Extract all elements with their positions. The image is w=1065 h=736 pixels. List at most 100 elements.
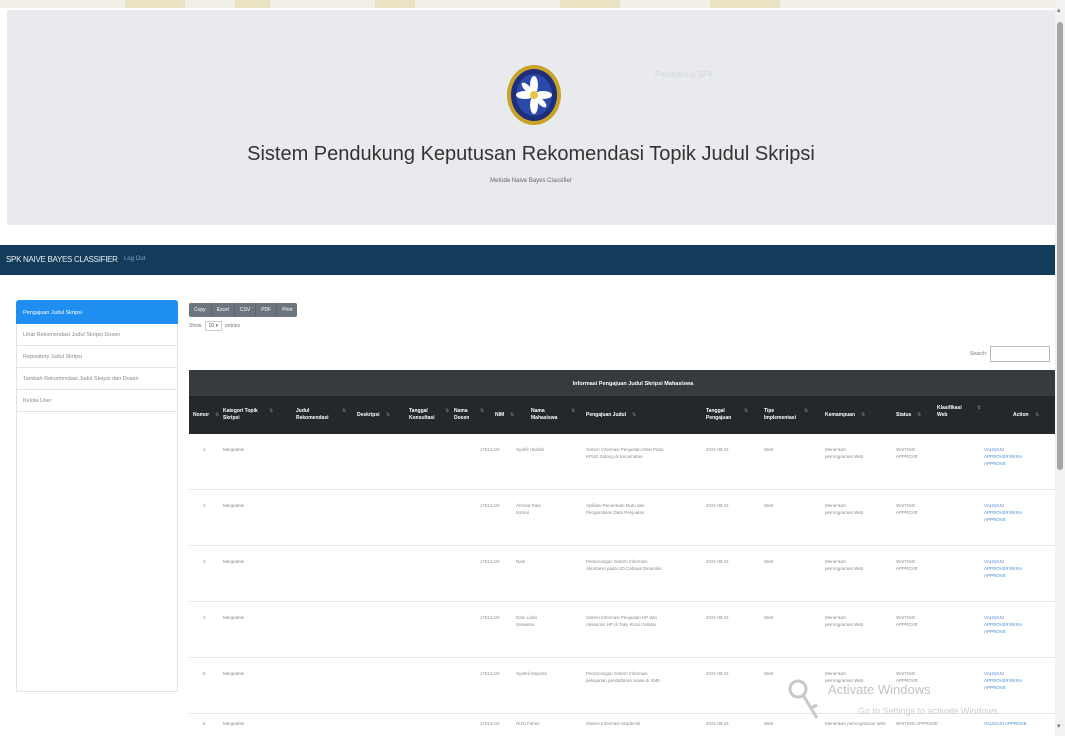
cell-nama: Rizki Fahmi xyxy=(516,721,540,726)
column-header[interactable]: Kategori Topik Skripsi ⇅ xyxy=(223,408,273,422)
sidebar-item-label: Lihat Rekomendasi Judul Skripsi Dosen xyxy=(23,332,121,338)
cell-kategori: Mergeable xyxy=(223,671,245,676)
cell-kemampuan: Menenkan pemrograman Web xyxy=(825,447,864,459)
cell-status: WAITING APPROVE xyxy=(896,615,918,627)
sort-icon[interactable]: ⇅ xyxy=(215,412,219,419)
print-button[interactable]: Print xyxy=(277,303,298,317)
scroll-up-icon[interactable]: ▴ xyxy=(1057,6,1061,14)
top-decorative-strip xyxy=(0,0,1055,8)
entries-select[interactable]: 10 ▾ xyxy=(204,321,222,331)
scrollbar-thumb[interactable] xyxy=(1057,22,1063,470)
cell-tipe: Web xyxy=(764,671,774,676)
cell-nama: Syahril Saputra xyxy=(516,671,547,676)
table-row: 4 Mergeable 1701X.0X Dani Lubis Siswanto… xyxy=(189,602,1065,658)
cell-nim: 1701X.0X xyxy=(480,503,500,508)
sort-icon[interactable]: ⇅ xyxy=(977,405,981,412)
cell-tanggal: 2021-08-21 xyxy=(706,721,730,726)
cell-judul: Sistem Informasi Penjualan HP dan Akseso… xyxy=(586,615,657,627)
table-header: Nomor ⇅ Kategori Topik Skripsi ⇅ Judul Rek… xyxy=(189,396,1065,434)
logout-link[interactable]: Log Out xyxy=(124,256,145,262)
cell-nim: 1701X.0X xyxy=(480,671,500,676)
search-label: Search: xyxy=(970,351,988,357)
column-header[interactable]: Kemampuan ⇅ xyxy=(825,412,865,419)
cell-nomor: 1 xyxy=(203,447,206,452)
sidebar-item-kelola-user[interactable]: Kelola User xyxy=(16,390,178,412)
sort-icon[interactable]: ⇅ xyxy=(804,408,808,415)
sort-icon[interactable]: ⇅ xyxy=(1035,412,1039,419)
cell-tipe: Web xyxy=(764,503,774,508)
activate-windows-hint: Go to Settings to activate Windows. xyxy=(858,706,1001,716)
table-row: 2 Mergeable 1701X.0X Ahmad Ratu Kamai Ap… xyxy=(189,490,1065,546)
decorative-bar xyxy=(560,0,620,8)
sort-icon[interactable]: ⇅ xyxy=(744,408,748,415)
sidebar-item-lihat-rekomendasi[interactable]: Lihat Rekomendasi Judul Skripsi Dosen xyxy=(16,324,178,346)
column-header[interactable]: Nomor ⇅ xyxy=(193,412,219,419)
copy-button[interactable]: Copy xyxy=(189,303,212,317)
cell-kategori: Mergeable xyxy=(223,615,245,620)
sort-icon[interactable]: ⇅ xyxy=(632,412,636,419)
approve-link[interactable]: VALIDASI APPROVE/FINISH APPROVE xyxy=(984,558,1024,579)
column-header[interactable]: Pengajuan Judul ⇅ xyxy=(586,412,636,419)
sidebar: Pengajuan Judul Skripsi Lihat Rekomendas… xyxy=(16,300,178,692)
cell-status: WAITING APPROVE xyxy=(896,559,918,571)
column-header[interactable]: Judul Rekomendasi ⇅ xyxy=(296,408,346,422)
approve-link[interactable]: VALIDASI APPROVE/FINISH APPROVE xyxy=(984,614,1024,635)
pdf-button[interactable]: PDF xyxy=(256,303,278,317)
column-header[interactable]: Status ⇅ xyxy=(896,412,921,419)
column-header[interactable]: Tipe Implementasi ⇅ xyxy=(764,408,808,422)
navbar: SPK NAIVE BAYES CLASSIFIER Log Out xyxy=(0,245,1055,275)
cell-judul: Aplikasi Penentuan Mutu dan Pengambilan … xyxy=(586,503,645,515)
sort-icon[interactable]: ⇅ xyxy=(342,408,346,415)
cell-nim: 1701X.0X xyxy=(480,447,500,452)
cell-kemampuan: Menenkan pemrograman Web xyxy=(825,503,864,515)
sort-icon[interactable]: ⇅ xyxy=(269,408,273,415)
cell-tanggal: 2021-08-21 xyxy=(706,615,730,620)
sort-icon[interactable]: ⇅ xyxy=(386,412,390,419)
csv-button[interactable]: CSV xyxy=(234,303,257,317)
column-header[interactable]: Deskripsi ⇅ xyxy=(357,412,390,419)
approve-link[interactable]: VALIDASI APPROVE/FINISH APPROVE xyxy=(984,446,1024,467)
column-header[interactable]: Nama Mahasiswa ⇅ xyxy=(531,408,575,422)
sort-icon[interactable]: ⇅ xyxy=(917,412,921,419)
navbar-brand[interactable]: SPK NAIVE BAYES CLASSIFIER xyxy=(6,255,118,264)
cell-nim: 1701X.0X xyxy=(480,615,500,620)
sidebar-item-repository[interactable]: Repository Judul Skripsi xyxy=(16,346,178,368)
cell-kemampuan: Menenkan pemrograman Web xyxy=(825,615,864,627)
cell-kategori: Mergeable xyxy=(223,559,245,564)
approve-link[interactable]: VALIDASI APPROVE/FINISH APPROVE xyxy=(984,502,1024,523)
university-logo xyxy=(507,65,561,125)
sidebar-item-label: Kelola User xyxy=(23,398,52,404)
excel-button[interactable]: Excel xyxy=(211,303,235,317)
sort-icon[interactable]: ⇅ xyxy=(445,408,449,415)
column-header[interactable]: Klasifikasi Web ⇅ xyxy=(937,405,981,419)
column-header[interactable]: NIM ⇅ xyxy=(495,412,514,419)
approve-link[interactable]: VALIDASI APPROVE xyxy=(984,720,1027,727)
column-header[interactable]: Tanggal Konsultasi ⇅ xyxy=(409,408,449,422)
key-icon xyxy=(788,679,819,719)
entries-select-value: 10 xyxy=(208,323,215,329)
cell-status: WAITING APPROVE xyxy=(896,721,938,726)
sort-icon[interactable]: ⇅ xyxy=(510,412,514,419)
sort-icon[interactable]: ⇅ xyxy=(571,408,575,415)
show-entries-suffix: entries xyxy=(224,323,240,329)
sidebar-item-tambah-rekomendasi[interactable]: Tambah Rekomendasi Judul Skripsi dan Dos… xyxy=(16,368,178,390)
search-input[interactable] xyxy=(990,346,1051,362)
cell-nama: Rani xyxy=(516,559,526,564)
sort-icon[interactable]: ⇅ xyxy=(480,408,484,415)
cell-kemampuan: Menenkan pemrograman Web xyxy=(825,721,886,726)
table-row: 6 Mergeable 1701X.0X Rizki Fahmi Sistem … xyxy=(189,714,1065,734)
decorative-bar xyxy=(710,0,780,8)
cell-nomor: 2 xyxy=(203,503,206,508)
column-header[interactable]: Nama Dosen ⇅ xyxy=(454,408,484,422)
sidebar-item-pengajuan-judul[interactable]: Pengajuan Judul Skripsi xyxy=(16,300,178,324)
vertical-scrollbar[interactable]: ▴ ▾ xyxy=(1055,0,1065,736)
cell-kategori: Mergeable xyxy=(223,721,245,726)
column-header[interactable]: Action ⇅ xyxy=(1013,412,1039,419)
show-entries: Show 10 ▾ entries xyxy=(189,321,240,331)
column-header[interactable]: Tanggal Pengajuan ⇅ xyxy=(706,408,748,422)
cell-kategori: Mergeable xyxy=(223,447,245,452)
sort-icon[interactable]: ⇅ xyxy=(861,412,865,419)
scroll-down-icon[interactable]: ▾ xyxy=(1057,722,1061,730)
table-title: Informasi Pengajuan Judul Skripsi Mahasi… xyxy=(189,370,1065,396)
approve-link[interactable]: VALIDASI APPROVE/FINISH APPROVE xyxy=(984,670,1024,691)
